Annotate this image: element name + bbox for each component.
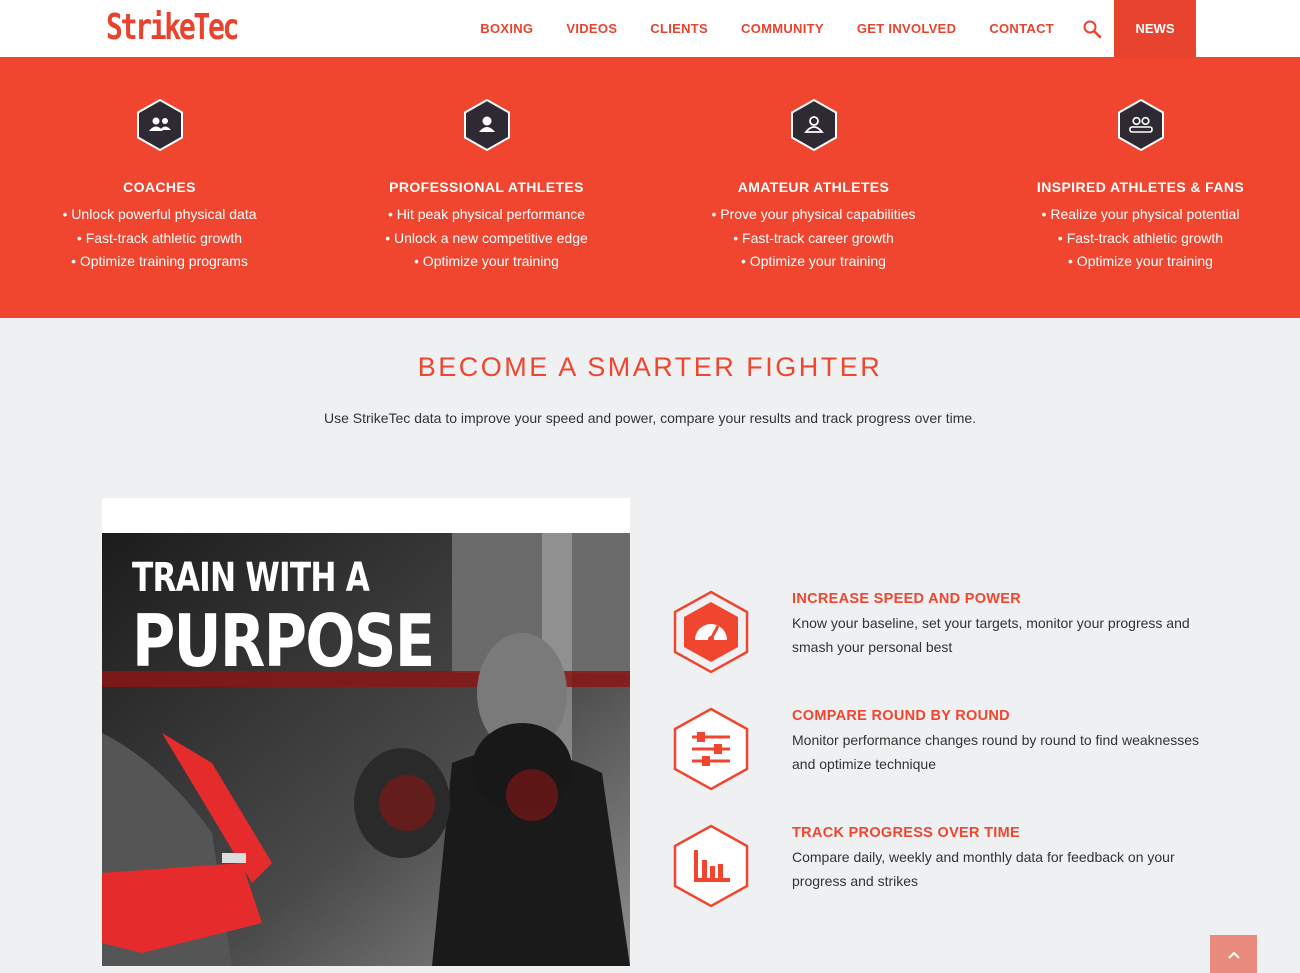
audience-coaches: COACHES • Unlock powerful physical data …: [0, 57, 323, 318]
feature-description: Monitor performance changes round by rou…: [792, 732, 1200, 772]
audience-title: INSPIRED ATHLETES & FANS: [1036, 179, 1245, 195]
site-header: StrikeTec BOXING VIDEOS CLIENTS COMMUNIT…: [0, 0, 1300, 57]
main-nav: BOXING VIDEOS CLIENTS COMMUNITY GET INVO…: [447, 0, 1300, 57]
audience-lines: • Hit peak physical performance • Unlock…: [323, 203, 650, 274]
feature-title: INCREASE SPEED AND POWER: [792, 591, 1022, 607]
audience-line: • Optimize your training: [1068, 253, 1213, 269]
feature-description: Compare daily, weekly and monthly data f…: [792, 849, 1175, 889]
striketec-logo[interactable]: StrikeTec: [106, 8, 239, 48]
speedometer-icon: [673, 590, 749, 674]
nav-contact[interactable]: CONTACT: [989, 21, 1054, 36]
audience-line: • Fast-track athletic growth: [76, 229, 243, 246]
audience-line: • Unlock powerful physical data: [62, 206, 257, 222]
audience-line: • Fast-track career growth: [733, 229, 894, 246]
feature-track-progress: TRACK PROGRESS OVER TIME Compare daily, …: [672, 824, 1212, 914]
audience-line: • Optimize training programs: [71, 253, 248, 269]
audience-line: • Prove your physical capabilities: [711, 206, 916, 222]
promo-image: TRAIN WITH A PURPOSE: [102, 498, 630, 966]
promo-heading-line1: TRAIN WITH A: [132, 555, 370, 601]
feature-speed-power: INCREASE SPEED AND POWER Know your basel…: [672, 590, 1212, 680]
audience-fans: INSPIRED ATHLETES & FANS • Realize your …: [977, 57, 1300, 318]
nav-news-button[interactable]: NEWS: [1114, 0, 1196, 57]
audience-lines: • Prove your physical capabilities • Fas…: [650, 203, 977, 274]
bar-chart-icon: [673, 824, 749, 908]
nav-boxing[interactable]: BOXING: [480, 21, 533, 36]
fans-icon: [1117, 99, 1164, 151]
audience-title: AMATEUR ATHLETES: [737, 179, 890, 195]
audience-line: • Optimize your training: [741, 253, 886, 269]
group-icon: [136, 99, 183, 151]
search-icon[interactable]: [1082, 19, 1102, 39]
audience-band: COACHES • Unlock powerful physical data …: [0, 57, 1300, 318]
feature-title: COMPARE ROUND BY ROUND: [792, 708, 1010, 724]
audience-line: • Realize your physical potential: [1041, 206, 1240, 222]
boxer-photo: TRAIN WITH A PURPOSE: [102, 533, 630, 966]
audience-line: • Unlock a new competitive edge: [385, 229, 588, 246]
audience-line: • Fast-track athletic growth: [1057, 229, 1224, 246]
user-outline-icon: [790, 99, 837, 151]
chevron-up-icon: [1227, 951, 1240, 959]
audience-lines: • Unlock powerful physical data • Fast-t…: [0, 203, 323, 274]
promo-heading-line2: PURPOSE: [132, 599, 435, 683]
audience-title: COACHES: [123, 179, 196, 195]
audience-professional: PROFESSIONAL ATHLETES • Hit peak physica…: [323, 57, 650, 318]
sliders-icon: [673, 707, 749, 791]
feature-description: Know your baseline, set your targets, mo…: [792, 615, 1190, 655]
audience-lines: • Realize your physical potential • Fast…: [977, 203, 1300, 274]
audience-line: • Hit peak physical performance: [387, 206, 586, 222]
feature-title: TRACK PROGRESS OVER TIME: [792, 825, 1020, 841]
audience-title: PROFESSIONAL ATHLETES: [389, 179, 584, 195]
section-subtitle: Use StrikeTec data to improve your speed…: [323, 410, 977, 426]
person-icon: [463, 99, 510, 151]
scroll-to-top-button[interactable]: [1210, 935, 1257, 973]
feature-round-by-round: COMPARE ROUND BY ROUND Monitor performan…: [672, 707, 1212, 797]
nav-clients[interactable]: CLIENTS: [650, 21, 708, 36]
audience-amateur: AMATEUR ATHLETES • Prove your physical c…: [650, 57, 977, 318]
nav-get-involved[interactable]: GET INVOLVED: [857, 21, 956, 36]
nav-community[interactable]: COMMUNITY: [741, 21, 824, 36]
nav-videos[interactable]: VIDEOS: [566, 21, 617, 36]
section-title: BECOME A SMARTER FIGHTER: [417, 352, 883, 382]
audience-line: • Optimize your training: [414, 253, 559, 269]
